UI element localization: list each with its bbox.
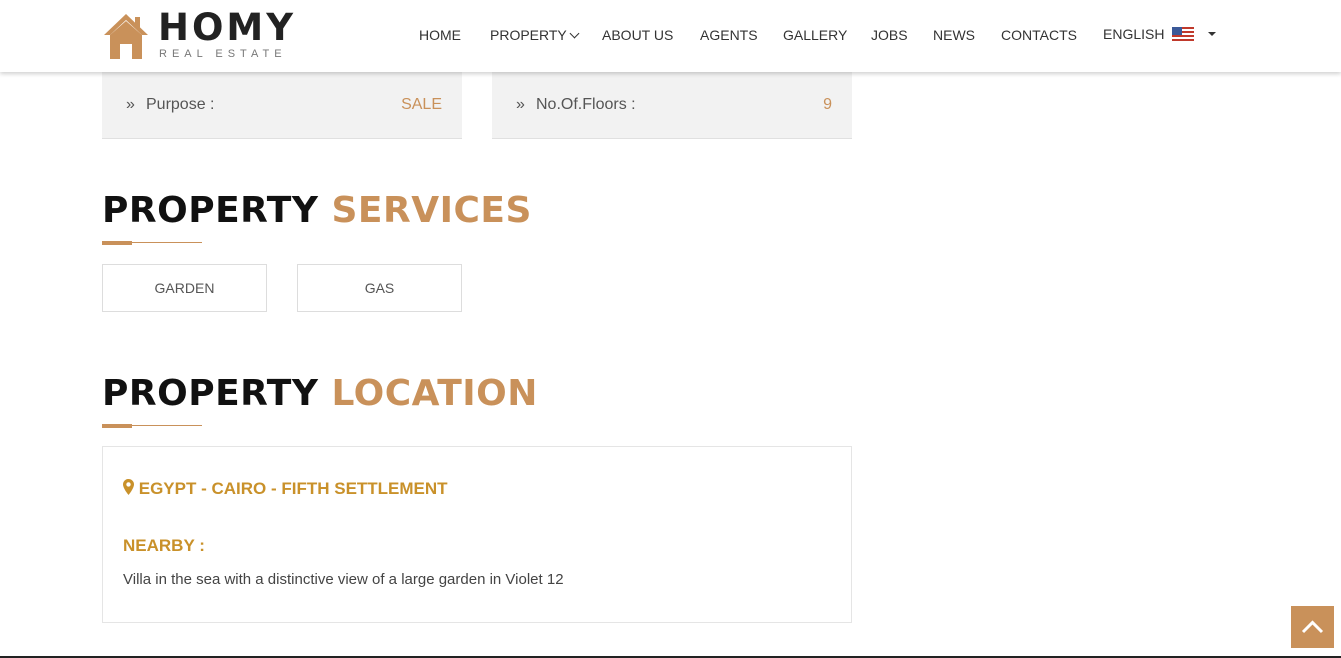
brand-subtitle: REAL ESTATE [159, 48, 287, 60]
nav-property[interactable]: PROPERTY [490, 27, 580, 43]
nearby-label: NEARBY : [123, 536, 205, 555]
detail-floors: » No.Of.Floors : 9 [492, 72, 852, 139]
location-heading-accent: LOCATION [331, 373, 538, 414]
nav-about-us[interactable]: ABOUT US [602, 27, 673, 43]
detail-value: SALE [401, 96, 442, 113]
underline-accent [102, 424, 132, 428]
double-chevron-right-icon: » [516, 96, 525, 113]
brand-title: HOMY [158, 6, 297, 49]
location-heading-main: PROPERTY [102, 373, 319, 414]
map-marker-icon [123, 479, 134, 495]
detail-label: Purpose : [146, 96, 215, 113]
house-icon [104, 14, 148, 59]
services-heading: PROPERTY SERVICES [102, 190, 532, 231]
nav-home[interactable]: HOME [419, 27, 461, 43]
nav-news[interactable]: NEWS [933, 27, 975, 43]
services-heading-main: PROPERTY [102, 190, 319, 231]
location-heading-underline [102, 424, 202, 428]
location-heading: PROPERTY LOCATION [102, 373, 538, 414]
site-header: HOMY REAL ESTATE HOME PROPERTY ABOUT US … [0, 0, 1341, 72]
nav-agents[interactable]: AGENTS [700, 27, 758, 43]
location-panel: EGYPT - CAIRO - FIFTH SETTLEMENT NEARBY … [102, 446, 852, 623]
nav-gallery[interactable]: GALLERY [783, 27, 847, 43]
us-flag-icon [1172, 26, 1195, 42]
double-chevron-right-icon: » [126, 96, 135, 113]
nav-jobs[interactable]: JOBS [871, 27, 908, 43]
homy-logo[interactable]: HOMY REAL ESTATE [102, 6, 293, 62]
chevron-up-icon [1301, 620, 1324, 634]
services-heading-accent: SERVICES [331, 190, 532, 231]
nearby-description: Villa in the sea with a distinctive view… [123, 571, 564, 588]
language-label: ENGLISH [1103, 26, 1165, 42]
location-address-text: EGYPT - CAIRO - FIFTH SETTLEMENT [138, 479, 448, 498]
detail-value: 9 [823, 96, 832, 113]
underline-accent [102, 241, 132, 245]
chevron-down-icon [569, 28, 580, 39]
detail-purpose: » Purpose : SALE [102, 72, 462, 139]
service-tag-garden: GARDEN [102, 264, 267, 312]
services-heading-underline [102, 241, 202, 245]
language-selector[interactable]: ENGLISH [1103, 26, 1217, 43]
nav-property-label: PROPERTY [490, 27, 567, 43]
nav-contacts[interactable]: CONTACTS [1001, 27, 1077, 43]
scroll-to-top-button[interactable] [1291, 606, 1334, 648]
service-tag-gas: GAS [297, 264, 462, 312]
detail-label: No.Of.Floors : [536, 96, 636, 113]
caret-down-icon [1208, 32, 1217, 36]
location-address: EGYPT - CAIRO - FIFTH SETTLEMENT [123, 479, 448, 499]
